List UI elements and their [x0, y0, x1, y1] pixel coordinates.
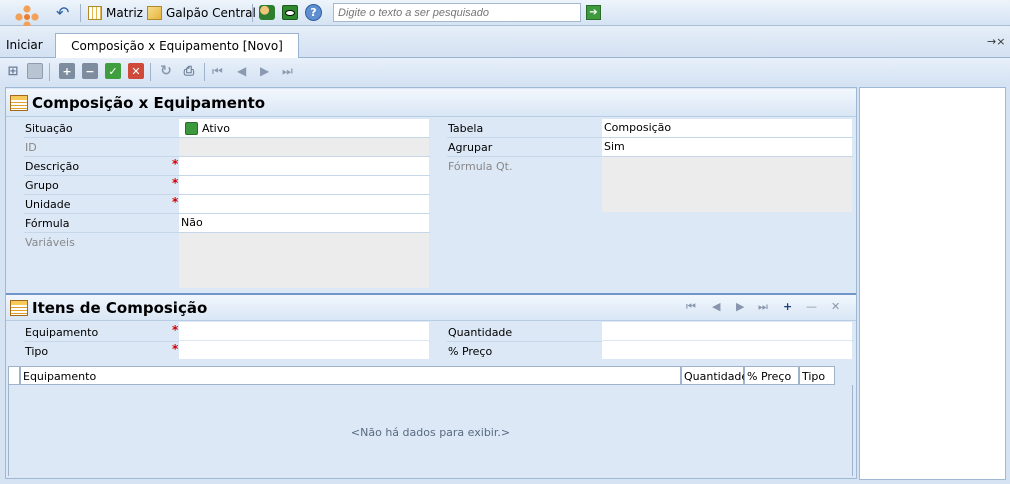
description-label: Descrição — [25, 160, 80, 173]
items-add-icon[interactable]: + — [783, 300, 792, 313]
status-label: Situação — [25, 122, 73, 135]
undo-icon[interactable]: ↶ — [56, 3, 69, 22]
group-by-label: Agrupar — [448, 141, 493, 154]
required-mark: * — [172, 157, 179, 171]
id-label: ID — [25, 141, 37, 154]
equipment-label: Equipamento — [25, 326, 99, 339]
company-label: Matriz — [106, 6, 143, 20]
variables-label: Variáveis — [25, 236, 75, 249]
section-title: Composição x Equipamento — [32, 93, 266, 112]
table-label: Tabela — [448, 122, 484, 135]
tab-start[interactable]: Iniciar — [6, 38, 43, 52]
items-close-icon[interactable]: ✕ — [831, 300, 840, 313]
table-field[interactable]: Composição — [602, 119, 852, 137]
status-field[interactable]: Ativo — [179, 119, 429, 137]
chart-icon — [147, 6, 162, 20]
items-grid: Equipamento Quantidade % Preço Tipo <Não… — [8, 366, 853, 476]
grid-empty-message: <Não há dados para exibir.> — [350, 426, 511, 439]
pin-close-icon[interactable]: →× — [987, 35, 1005, 48]
status-active-icon — [185, 121, 198, 135]
items-section-title: Itens de Composição — [32, 298, 208, 317]
quantity-label: Quantidade — [448, 326, 513, 339]
items-section-header: Itens de Composição ⏮ ◀ ▶ ⏭ + — ✕ — [6, 293, 856, 321]
group-field[interactable] — [179, 176, 429, 194]
top-bar: ↶ Matriz Galpão Central ? ➔ — [0, 0, 1010, 34]
tab-document[interactable]: Composição x Equipamento [Novo] — [55, 33, 299, 58]
variables-field — [179, 233, 429, 288]
tab-document-label: Composição x Equipamento [Novo] — [71, 39, 283, 53]
table-icon — [10, 94, 28, 111]
lock-icon[interactable] — [27, 63, 43, 79]
items-remove-icon[interactable]: — — [806, 300, 817, 313]
new-record-icon[interactable]: ⊞ — [5, 63, 21, 79]
grid-header-type[interactable]: Tipo — [799, 366, 835, 385]
grid-header-quantity[interactable]: Quantidade — [681, 366, 748, 385]
section-header: Composição x Equipamento — [6, 89, 856, 117]
cancel-icon[interactable]: ✕ — [128, 63, 144, 79]
required-mark: * — [172, 195, 179, 209]
id-field — [179, 138, 429, 156]
items-prev-icon[interactable]: ◀ — [712, 300, 720, 313]
formula-qty-label: Fórmula Qt. — [448, 160, 513, 173]
side-panel — [859, 87, 1006, 480]
description-field[interactable] — [179, 157, 429, 175]
required-mark: * — [172, 176, 179, 190]
company-selector[interactable]: Matriz — [88, 4, 143, 22]
group-by-field[interactable]: Sim — [602, 138, 852, 156]
type-field[interactable] — [179, 341, 429, 359]
required-mark: * — [172, 323, 179, 337]
grid-row-selector-header[interactable] — [8, 366, 20, 385]
formula-qty-field — [602, 157, 852, 212]
print-icon[interactable]: ⎙ — [181, 63, 197, 79]
first-icon[interactable]: ⏮ — [212, 64, 223, 79]
items-first-icon[interactable]: ⏮ — [686, 300, 696, 314]
prev-icon[interactable]: ◀ — [237, 64, 246, 78]
price-percent-label: % Preço — [448, 345, 493, 358]
refresh-icon[interactable]: ↻ — [158, 63, 174, 79]
items-last-icon[interactable]: ⏭ — [758, 300, 768, 314]
required-mark: * — [172, 342, 179, 356]
unit-label: Unidade — [25, 198, 71, 211]
formula-field[interactable]: Não — [179, 214, 429, 232]
go-arrow-icon[interactable]: ➔ — [586, 5, 601, 20]
remove-icon[interactable]: − — [82, 63, 98, 79]
group-label: Grupo — [25, 179, 59, 192]
items-next-icon[interactable]: ▶ — [736, 300, 744, 313]
search-input[interactable] — [333, 3, 581, 22]
last-icon[interactable]: ⏭ — [282, 64, 293, 79]
grid-header-equipment[interactable]: Equipamento — [20, 366, 681, 385]
users-icon[interactable] — [259, 5, 275, 20]
table-icon — [10, 299, 28, 316]
unit-field[interactable] — [179, 195, 429, 213]
type-label: Tipo — [25, 345, 49, 358]
add-icon[interactable]: + — [59, 63, 75, 79]
help-icon[interactable]: ? — [305, 4, 322, 21]
branch-label: Galpão Central — [166, 6, 256, 20]
action-toolbar — [0, 58, 1010, 86]
branch-selector[interactable]: Galpão Central — [147, 4, 256, 22]
equipment-field[interactable] — [179, 322, 429, 340]
grid-icon — [88, 6, 102, 20]
next-icon[interactable]: ▶ — [260, 64, 269, 78]
form-panel: Composição x Equipamento Situação Ativo … — [5, 87, 857, 479]
grid-header-price[interactable]: % Preço — [744, 366, 799, 385]
price-percent-field[interactable] — [602, 341, 852, 359]
eye-icon[interactable] — [282, 5, 298, 20]
quantity-field[interactable] — [602, 322, 852, 340]
confirm-icon[interactable]: ✓ — [105, 63, 121, 79]
formula-label: Fórmula — [25, 217, 70, 230]
